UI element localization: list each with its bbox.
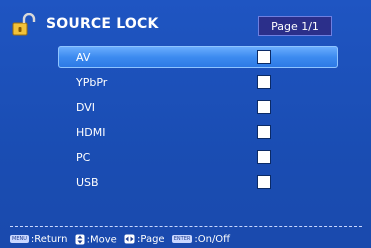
header: SOURCE LOCK Page 1/1 xyxy=(0,10,371,40)
lock-checkbox[interactable] xyxy=(257,50,271,64)
lock-checkbox[interactable] xyxy=(257,100,271,114)
return-label: :Return xyxy=(30,234,68,246)
footer-hints: MENU:Return :Move :Page ENTER:On/Off xyxy=(10,234,371,248)
page-title: SOURCE LOCK xyxy=(46,16,159,32)
onoff-hint: ENTER:On/Off xyxy=(171,234,231,246)
move-label: :Move xyxy=(86,234,117,246)
up-down-arrow-icon xyxy=(75,234,85,245)
lock-checkbox[interactable] xyxy=(257,75,271,89)
source-item-dvi[interactable]: DVI xyxy=(58,96,338,118)
lock-checkbox[interactable] xyxy=(257,175,271,189)
lock-checkbox[interactable] xyxy=(257,150,271,164)
source-item-usb[interactable]: USB xyxy=(58,171,338,193)
page-hint: :Page xyxy=(124,234,165,245)
page-indicator: Page 1/1 xyxy=(258,16,332,36)
source-item-hdmi[interactable]: HDMI xyxy=(58,121,338,143)
menu-key-icon: MENU xyxy=(10,235,29,244)
source-item-label: HDMI xyxy=(76,126,106,139)
source-item-ypbpr[interactable]: YPbPr xyxy=(58,71,338,93)
source-item-label: YPbPr xyxy=(76,76,108,89)
source-item-av[interactable]: AV xyxy=(58,46,338,68)
source-item-label: USB xyxy=(76,176,99,189)
source-item-label: PC xyxy=(76,151,91,164)
onoff-label: :On/Off xyxy=(194,234,231,246)
page-label: :Page xyxy=(137,234,165,246)
source-item-label: DVI xyxy=(76,101,96,114)
move-hint: :Move xyxy=(75,234,117,246)
enter-key-icon: ENTER xyxy=(171,235,193,244)
footer-divider xyxy=(10,226,362,227)
source-lock-screen: SOURCE LOCK Page 1/1 AV YPbPr DVI HDMI P… xyxy=(0,0,371,248)
lock-checkbox[interactable] xyxy=(257,125,271,139)
return-hint: MENU:Return xyxy=(10,234,67,245)
source-item-label: AV xyxy=(76,51,91,64)
source-item-pc[interactable]: PC xyxy=(58,146,338,168)
unlocked-padlock-icon xyxy=(12,13,36,36)
left-right-arrow-icon xyxy=(124,234,135,244)
